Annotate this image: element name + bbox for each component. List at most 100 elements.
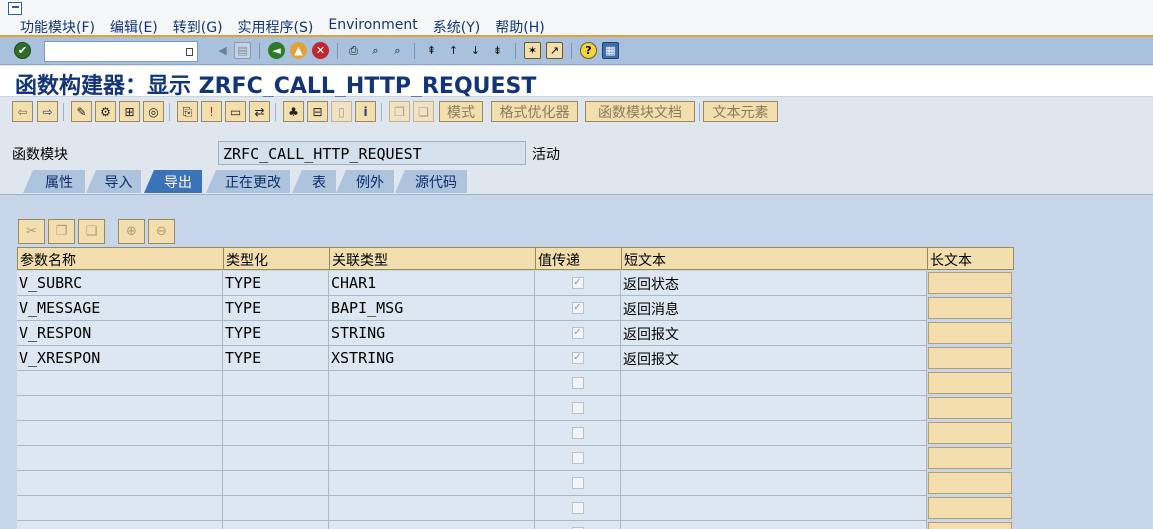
cell-long-text-button[interactable] (928, 397, 1012, 419)
cell-short-text[interactable] (621, 421, 927, 446)
change-display-icon[interactable]: ✎ (71, 101, 92, 122)
save-icon[interactable]: ▤ (234, 42, 251, 59)
cell-typing[interactable] (223, 471, 329, 496)
cell-short-text[interactable] (621, 371, 927, 396)
cell-assoc-type[interactable] (329, 371, 535, 396)
cell-assoc-type[interactable]: CHAR1 (329, 271, 535, 296)
pass-by-value-checkbox[interactable] (571, 452, 584, 464)
cell-short-text[interactable]: 返回报文 (621, 321, 927, 346)
cancel-icon[interactable]: ✕ (312, 42, 329, 59)
cell-short-text[interactable]: 返回消息 (621, 296, 927, 321)
cell-pass-value[interactable] (535, 521, 621, 529)
exit-icon[interactable]: ▲ (290, 42, 307, 59)
insert-row-icon[interactable]: ⊕ (118, 219, 145, 244)
cell-assoc-type[interactable] (329, 396, 535, 421)
cell-pass-value[interactable] (535, 421, 621, 446)
column-header-short-text[interactable]: 短文本 (622, 248, 928, 269)
cell-param-name[interactable]: V_MESSAGE (17, 296, 223, 321)
cell-long-text-button[interactable] (928, 447, 1012, 469)
cell-assoc-type[interactable] (329, 421, 535, 446)
cell-param-name[interactable]: V_SUBRC (17, 271, 223, 296)
cell-short-text[interactable] (621, 471, 927, 496)
column-header-param-name[interactable]: 参数名称 (18, 248, 224, 269)
cell-param-name[interactable] (17, 371, 223, 396)
cell-short-text[interactable] (621, 396, 927, 421)
cell-param-name[interactable] (17, 496, 223, 521)
menu-goto[interactable]: 转到(G) (173, 17, 223, 37)
pass-by-value-checkbox[interactable] (571, 502, 584, 514)
command-field[interactable] (44, 41, 198, 62)
cell-pass-value[interactable]: ✓ (535, 346, 621, 371)
find-next-icon[interactable]: ⌕ (389, 42, 406, 59)
info-icon[interactable]: i (355, 101, 376, 122)
pass-by-value-checkbox[interactable]: ✓ (571, 352, 584, 364)
back-icon[interactable]: ◄ (268, 42, 285, 59)
cell-assoc-type[interactable] (329, 446, 535, 471)
pretty-printer-button[interactable]: 格式优化器 (491, 101, 578, 122)
cell-pass-value[interactable] (535, 446, 621, 471)
cell-assoc-type[interactable] (329, 521, 535, 529)
cell-pass-value[interactable] (535, 471, 621, 496)
cell-long-text-button[interactable] (928, 272, 1012, 294)
cell-long-text-button[interactable] (928, 372, 1012, 394)
layout-icon[interactable]: ▦ (602, 42, 619, 59)
tab-exceptions[interactable]: 例外 (336, 170, 394, 193)
cell-param-name[interactable] (17, 421, 223, 446)
pass-by-value-checkbox[interactable]: ✓ (571, 302, 584, 314)
cell-typing[interactable] (223, 446, 329, 471)
pass-by-value-checkbox[interactable] (571, 377, 584, 389)
tab-tables[interactable]: 表 (292, 170, 336, 193)
cell-typing[interactable] (223, 496, 329, 521)
print-list-icon[interactable]: ⊟ (307, 101, 328, 122)
display-object-list-icon[interactable]: ▭ (225, 101, 246, 122)
cell-param-name[interactable]: V_XRESPON (17, 346, 223, 371)
help-icon[interactable]: ? (580, 42, 597, 59)
cell-assoc-type[interactable]: BAPI_MSG (329, 296, 535, 321)
cell-typing[interactable]: TYPE (223, 296, 329, 321)
last-page-icon[interactable]: ⇟ (489, 42, 506, 59)
cell-typing[interactable]: TYPE (223, 321, 329, 346)
shortcut-icon[interactable]: ↗ (546, 42, 563, 59)
menu-function-module[interactable]: 功能模块(F) (20, 17, 95, 37)
tab-source-code[interactable]: 源代码 (395, 170, 467, 193)
tab-import[interactable]: 导入 (86, 170, 141, 193)
cut-icon[interactable]: ✂ (18, 219, 45, 244)
cell-pass-value[interactable]: ✓ (535, 271, 621, 296)
pass-by-value-checkbox[interactable] (571, 427, 584, 439)
menu-help[interactable]: 帮助(H) (495, 17, 544, 37)
create-session-icon[interactable]: ✶ (524, 42, 541, 59)
cell-assoc-type[interactable]: STRING (329, 321, 535, 346)
print-icon[interactable]: ⎙ (345, 42, 362, 59)
menu-environment[interactable]: Environment (328, 17, 417, 37)
cell-typing[interactable]: TYPE (223, 271, 329, 296)
fm-documentation-button[interactable]: 函数模块文档 (585, 101, 695, 122)
menu-system[interactable]: 系统(Y) (433, 17, 480, 37)
history-dropdown-icon[interactable] (186, 48, 193, 56)
cell-long-text-button[interactable] (928, 472, 1012, 494)
check-icon[interactable]: ⊞ (119, 101, 140, 122)
active-inactive-icon[interactable]: ⚙ (95, 101, 116, 122)
tab-changing[interactable]: 正在更改 (206, 170, 290, 193)
cell-pass-value[interactable] (535, 396, 621, 421)
forward-arrow-icon[interactable]: ⇨ (37, 101, 58, 122)
cell-long-text-button[interactable] (928, 522, 1012, 529)
column-header-pass-value[interactable]: 值传递 (536, 248, 622, 269)
cell-pass-value[interactable]: ✓ (535, 321, 621, 346)
paste-row-icon[interactable]: ❏ (78, 219, 105, 244)
cell-param-name[interactable] (17, 471, 223, 496)
pattern-button[interactable]: 模式 (439, 101, 483, 122)
cell-param-name[interactable]: V_RESPON (17, 321, 223, 346)
navigation-window-icon[interactable]: ⇄ (249, 101, 270, 122)
copy-icon[interactable]: ❐ (389, 101, 410, 122)
find-icon[interactable]: ⌕ (367, 42, 384, 59)
cell-assoc-type[interactable] (329, 471, 535, 496)
cell-typing[interactable] (223, 421, 329, 446)
pass-by-value-checkbox[interactable] (571, 477, 584, 489)
cell-pass-value[interactable]: ✓ (535, 296, 621, 321)
cell-long-text-button[interactable] (928, 322, 1012, 344)
pass-by-value-checkbox[interactable] (571, 402, 584, 414)
cell-assoc-type[interactable] (329, 496, 535, 521)
delete-row-icon[interactable]: ⊖ (148, 219, 175, 244)
expand-triangle-icon[interactable]: ◀ (214, 42, 231, 59)
test-icon[interactable]: ⎘ (177, 101, 198, 122)
